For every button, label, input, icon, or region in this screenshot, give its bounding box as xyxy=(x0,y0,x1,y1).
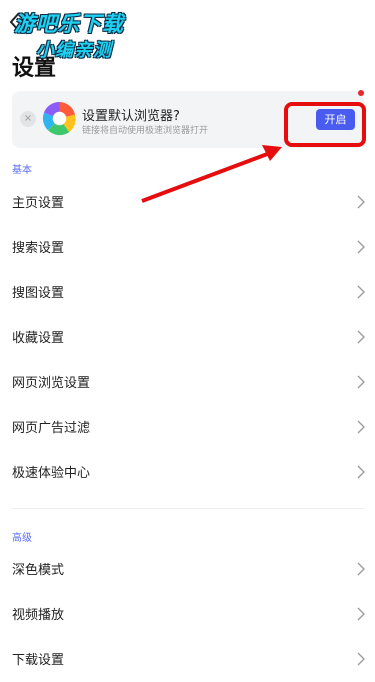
chevron-right-icon xyxy=(357,285,365,299)
watermark-logo: 游吧乐下载 小编亲测 xyxy=(14,8,154,64)
row-label: 网页浏览设置 xyxy=(12,376,91,391)
settings-row-video-playback[interactable]: 视频播放 xyxy=(0,592,375,637)
row-label: 极速体验中心 xyxy=(12,466,91,481)
watermark-line2: 小编亲测 xyxy=(36,40,112,61)
settings-row-experience-center[interactable]: 极速体验中心 xyxy=(0,450,375,495)
settings-row-search[interactable]: 搜索设置 xyxy=(0,225,375,270)
section-label-basic: 基本 xyxy=(12,165,32,176)
settings-row-download[interactable]: 下载设置 xyxy=(0,637,375,682)
notification-dot xyxy=(358,90,364,96)
row-label: 网页广告过滤 xyxy=(12,421,91,436)
settings-row-web-browsing[interactable]: 网页浏览设置 xyxy=(0,360,375,405)
row-label: 收藏设置 xyxy=(12,331,65,346)
row-label: 搜图设置 xyxy=(12,286,65,301)
close-icon[interactable]: × xyxy=(20,111,36,127)
section-label-advanced: 高级 xyxy=(12,533,32,544)
watermark-line1: 游吧乐下载 xyxy=(14,12,124,36)
section-divider xyxy=(12,508,364,509)
settings-row-favorites[interactable]: 收藏设置 xyxy=(0,315,375,360)
chevron-right-icon xyxy=(357,240,365,254)
chevron-right-icon xyxy=(357,562,365,576)
annotation-highlight-box xyxy=(284,102,366,147)
row-label: 搜索设置 xyxy=(12,241,65,256)
row-label: 下载设置 xyxy=(12,653,65,668)
chevron-right-icon xyxy=(357,330,365,344)
row-label: 视频播放 xyxy=(12,608,65,623)
settings-row-image-search[interactable]: 搜图设置 xyxy=(0,270,375,315)
settings-row-ad-filter[interactable]: 网页广告过滤 xyxy=(0,405,375,450)
banner-title: 设置默认浏览器? xyxy=(82,109,180,124)
chevron-right-icon xyxy=(357,607,365,621)
chevron-right-icon xyxy=(357,375,365,389)
chevron-right-icon xyxy=(357,465,365,479)
row-label: 主页设置 xyxy=(12,196,65,211)
settings-row-dark-mode[interactable]: 深色模式 xyxy=(0,547,375,592)
chevron-right-icon xyxy=(357,195,365,209)
row-label: 深色模式 xyxy=(12,563,65,578)
chevron-right-icon xyxy=(357,420,365,434)
browser-logo-icon xyxy=(42,101,77,136)
settings-row-homepage[interactable]: 主页设置 xyxy=(0,180,375,225)
